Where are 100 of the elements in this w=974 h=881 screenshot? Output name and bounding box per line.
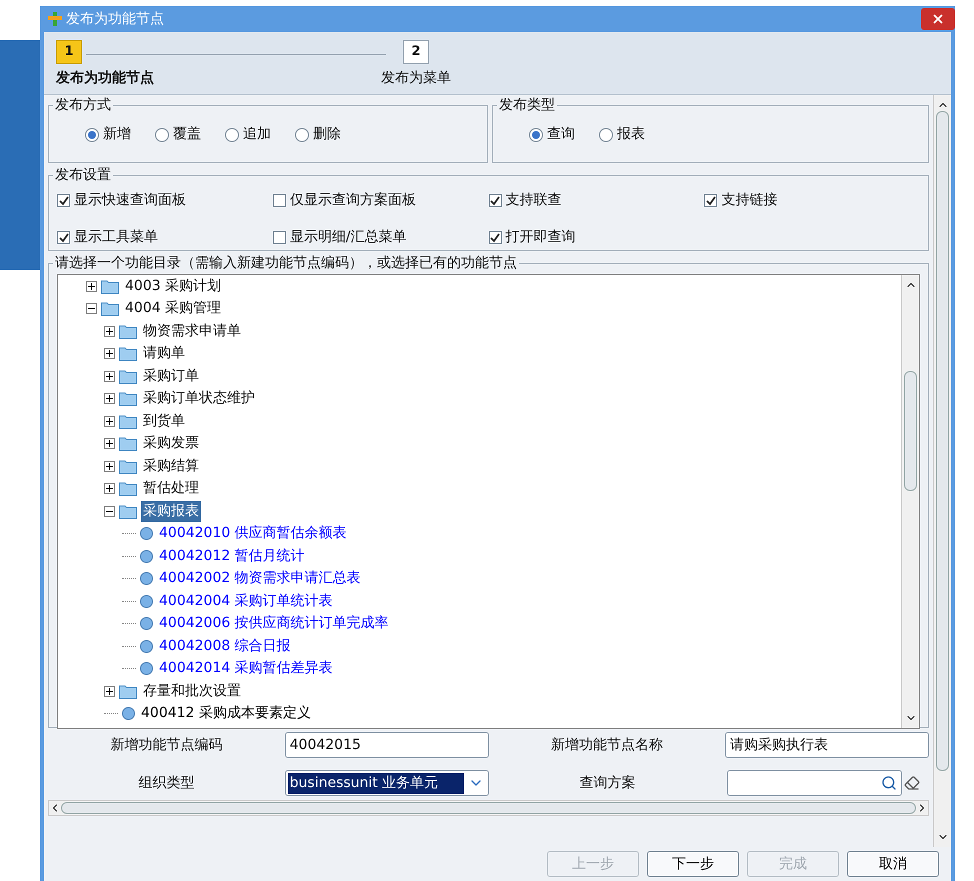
node-icon [140, 640, 153, 653]
collapse-icon[interactable] [104, 506, 115, 517]
folder-icon [119, 481, 137, 496]
folder-icon [119, 391, 137, 406]
eraser-icon[interactable] [904, 775, 920, 791]
select-value: businessunit 业务单元 [288, 772, 464, 794]
checkbox[interactable] [272, 231, 286, 244]
folder-icon [119, 368, 137, 384]
tree-item[interactable]: 40042002 物资需求申请汇总表 [157, 568, 363, 590]
folder-icon [101, 301, 119, 316]
close-button[interactable] [921, 8, 955, 30]
expand-icon[interactable] [104, 370, 115, 382]
tree-item[interactable]: 40042004 采购订单统计表 [157, 590, 335, 612]
radio-label: 查询 [547, 125, 575, 144]
step-number: 1 [56, 40, 82, 64]
step-label: 发布为功能节点 [56, 69, 155, 88]
node-icon [140, 617, 153, 630]
app-icon [48, 12, 62, 26]
expand-icon[interactable] [104, 326, 115, 337]
radio-label: 报表 [617, 125, 645, 144]
tree-item[interactable]: 采购报表 [141, 500, 201, 522]
checkbox[interactable] [272, 194, 286, 207]
node-icon [140, 662, 153, 676]
radio-button[interactable] [295, 128, 309, 142]
tree-item[interactable]: 采购订单状态维护 [141, 388, 257, 410]
expand-icon[interactable] [104, 483, 115, 494]
dialog-button[interactable]: 取消 [847, 851, 939, 877]
checkbox[interactable] [488, 194, 502, 207]
radio-button[interactable] [85, 128, 99, 142]
radio-button[interactable] [599, 128, 613, 142]
group-title: 发布方式 [54, 96, 112, 115]
input-field[interactable]: 请购采购执行表 [725, 732, 929, 758]
tree-item[interactable]: 4003 采购计划 [123, 276, 224, 297]
checkbox[interactable] [704, 194, 718, 207]
close-icon [931, 12, 945, 26]
group-title: 发布设置 [54, 166, 112, 185]
expand-icon[interactable] [104, 416, 115, 427]
tree-item[interactable]: 物资需求申请单 [141, 320, 243, 342]
tree-item[interactable]: 400412 采购成本要素定义 [139, 703, 313, 724]
horizontal-scrollbar[interactable] [48, 800, 929, 816]
tree-item[interactable]: 暂估处理 [141, 478, 201, 500]
checkbox-label: 支持联查 [506, 191, 562, 210]
expand-icon[interactable] [104, 460, 115, 472]
expand-icon[interactable] [104, 348, 115, 360]
node-icon [122, 707, 135, 720]
window-title: 发布为功能节点 [66, 10, 164, 28]
expand-icon[interactable] [104, 438, 115, 450]
field-label: 查询方案 [578, 774, 636, 792]
folder-icon [119, 504, 137, 519]
node-icon [140, 527, 153, 540]
tree-item[interactable]: 4004 采购管理 [123, 298, 224, 320]
scroll-thumb[interactable] [936, 111, 949, 771]
radio-label: 覆盖 [173, 125, 201, 144]
expand-icon[interactable] [104, 393, 115, 404]
tree-item[interactable]: 采购订单 [141, 366, 201, 387]
expand-icon[interactable] [104, 686, 115, 697]
tree-item[interactable]: 40042014 采购暂估差异表 [157, 658, 335, 680]
node-icon [140, 594, 153, 608]
folder-icon [101, 278, 119, 294]
tree-item[interactable]: 40042010 供应商暂估余额表 [157, 523, 349, 544]
tree-item[interactable]: 请购单 [141, 343, 187, 364]
tree-item[interactable]: 采购结算 [141, 456, 201, 477]
checkbox-label: 支持链接 [721, 191, 778, 210]
radio-button[interactable] [529, 128, 543, 142]
checkbox[interactable] [488, 231, 502, 244]
node-icon [140, 550, 153, 563]
scroll-thumb[interactable] [61, 802, 916, 814]
radio-button[interactable] [155, 128, 169, 142]
tree-item[interactable]: 40042006 按供应商统计订单完成率 [157, 613, 391, 634]
tree-item[interactable]: 存量和批次设置 [141, 680, 243, 702]
expand-icon[interactable] [86, 280, 97, 292]
select-field[interactable]: businessunit 业务单元 [284, 770, 488, 796]
checkbox-label: 显示快速查询面板 [74, 191, 186, 210]
folder-icon [119, 324, 137, 339]
checkbox-label: 仅显示查询方案面板 [290, 191, 416, 210]
checkbox-label: 显示工具菜单 [74, 228, 158, 247]
dialog-button[interactable]: 下一步 [647, 851, 739, 877]
search-field[interactable] [726, 770, 902, 796]
checkbox[interactable] [57, 231, 70, 244]
vertical-scrollbar[interactable] [933, 95, 951, 847]
field-label: 组织类型 [137, 774, 196, 792]
search-icon[interactable] [880, 775, 896, 791]
step-label: 发布为菜单 [381, 69, 451, 88]
checkbox[interactable] [57, 194, 70, 207]
step-number: 2 [403, 40, 429, 64]
checkbox-label: 显示明细/汇总菜单 [290, 228, 406, 247]
radio-label: 删除 [313, 125, 341, 144]
input-field[interactable]: 40042015 [284, 732, 488, 758]
tree-item[interactable]: 到货单 [141, 410, 187, 432]
folder-icon [119, 414, 137, 429]
collapse-icon[interactable] [86, 303, 97, 314]
scroll-thumb[interactable] [904, 371, 917, 491]
tree-scrollbar[interactable] [901, 275, 919, 728]
radio-label: 新增 [103, 125, 131, 144]
field-label: 新增功能节点编码 [109, 736, 224, 754]
tree-item[interactable]: 采购发票 [141, 433, 201, 454]
radio-button[interactable] [225, 128, 239, 142]
tree-item[interactable]: 40042008 综合日报 [157, 636, 293, 657]
tree-item[interactable]: 40042012 暂估月统计 [157, 546, 307, 567]
checkbox-label: 打开即查询 [506, 228, 576, 247]
